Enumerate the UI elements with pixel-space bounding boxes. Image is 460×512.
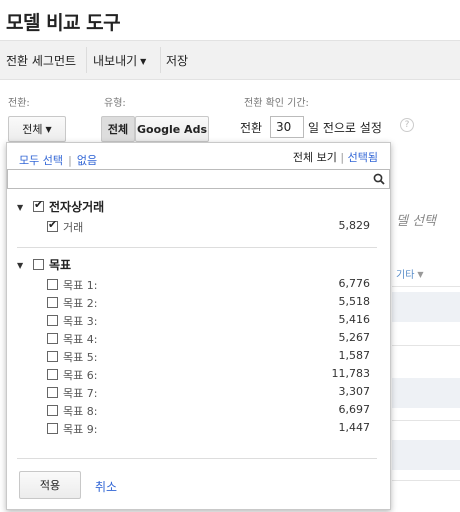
conversion-selector-panel: 모두 선택 | 없음 전체 보기 | 선택됨 ▼ ✔ 전자상거래 ✔ 거래 5,… xyxy=(6,142,391,510)
chevron-down-icon: ▼ xyxy=(417,270,424,279)
lookback-suffix: 일 전으로 설정 xyxy=(308,121,382,135)
conversion-dropdown-value: 전체 xyxy=(22,123,43,136)
view-links: 전체 보기 | 선택됨 xyxy=(293,149,378,165)
help-icon[interactable]: ? xyxy=(400,118,414,132)
item-checkbox-goal-6[interactable] xyxy=(47,369,58,380)
item-count: 6,776 xyxy=(338,277,371,290)
collapse-toggle-icon[interactable]: ▼ xyxy=(17,261,23,270)
toolbar: 전환 세그먼트 내보내기 ▼ 저장 xyxy=(0,40,460,80)
item-checkbox-goal-1[interactable] xyxy=(47,279,58,290)
item-label: 목표 4: xyxy=(63,333,98,346)
item-count: 1,447 xyxy=(338,421,371,434)
item-checkbox-goal-9[interactable] xyxy=(47,423,58,434)
item-checkbox-goal-4[interactable] xyxy=(47,333,58,344)
chevron-down-icon: ▼ xyxy=(45,125,52,134)
group-goals-checkbox[interactable] xyxy=(33,259,44,270)
separator: | xyxy=(68,154,72,167)
item-count: 1,587 xyxy=(338,349,371,362)
table-row xyxy=(392,440,460,470)
type-all-button[interactable]: 전체 xyxy=(101,116,135,142)
row-divider xyxy=(392,286,460,287)
conversion-dropdown[interactable]: 전체 ▼ xyxy=(8,116,66,142)
conversion-label: 전환: xyxy=(8,98,30,109)
item-label: 목표 3: xyxy=(63,315,98,328)
item-count: 5,518 xyxy=(338,295,371,308)
item-label: 목표 7: xyxy=(63,387,98,400)
item-checkbox-goal-7[interactable] xyxy=(47,387,58,398)
item-count: 5,267 xyxy=(338,331,371,344)
chevron-down-icon: ▼ xyxy=(140,57,147,66)
item-label: 목표 6: xyxy=(63,369,98,382)
group-ecommerce-checkbox[interactable]: ✔ xyxy=(33,198,44,212)
item-label: 목표 5: xyxy=(63,351,98,364)
page-title: 모델 비교 도구 xyxy=(6,12,121,34)
item-count: 5,829 xyxy=(338,219,371,232)
column-header-label: 기타 xyxy=(396,270,415,281)
toolbar-divider xyxy=(86,47,87,73)
item-count: 6,697 xyxy=(338,403,371,416)
row-divider xyxy=(392,345,460,346)
save-button[interactable]: 저장 xyxy=(166,52,188,69)
view-all-link[interactable]: 전체 보기 xyxy=(293,151,337,164)
apply-button[interactable]: 적용 xyxy=(19,471,81,499)
table-row xyxy=(392,292,460,322)
search-input[interactable] xyxy=(7,169,390,189)
search-icon xyxy=(373,173,385,185)
group-divider xyxy=(17,247,377,248)
item-label: 목표 9: xyxy=(63,423,98,436)
row-divider xyxy=(392,420,460,421)
type-google-ads-button[interactable]: Google Ads xyxy=(135,116,209,142)
item-checkbox-goal-3[interactable] xyxy=(47,315,58,326)
column-header-other[interactable]: 기타 ▼ xyxy=(396,266,424,281)
select-none-link[interactable]: 없음 xyxy=(77,154,97,167)
model-select-heading: 델 선택 xyxy=(396,214,437,229)
separator: | xyxy=(340,151,345,164)
check-icon: ✔ xyxy=(34,198,44,211)
export-button[interactable]: 내보내기 ▼ xyxy=(93,52,146,69)
lookback-days-input[interactable]: 30 xyxy=(270,116,304,138)
view-selected-link[interactable]: 선택됨 xyxy=(348,151,378,164)
item-label: 목표 2: xyxy=(63,297,98,310)
lookback-label: 전환 확인 기간: xyxy=(244,98,309,109)
check-icon: ✔ xyxy=(48,218,58,231)
type-label: 유형: xyxy=(104,98,126,109)
select-all-link[interactable]: 모두 선택 xyxy=(19,154,63,167)
lookback-prefix: 전환 xyxy=(240,121,263,135)
item-checkbox-goal-5[interactable] xyxy=(47,351,58,362)
item-count: 11,783 xyxy=(331,367,371,380)
item-checkbox-goal-8[interactable] xyxy=(47,405,58,416)
cancel-button[interactable]: 취소 xyxy=(95,478,117,495)
conversion-segments-button[interactable]: 전환 세그먼트 xyxy=(6,52,76,69)
item-label: 거래 xyxy=(63,221,84,234)
toolbar-divider xyxy=(160,47,161,73)
selection-links: 모두 선택 | 없음 xyxy=(19,149,97,168)
row-divider xyxy=(392,480,460,481)
item-checkbox-transaction[interactable]: ✔ xyxy=(47,218,58,232)
item-label: 목표 1: xyxy=(63,279,98,292)
item-checkbox-goal-2[interactable] xyxy=(47,297,58,308)
footer-divider xyxy=(17,458,377,459)
collapse-toggle-icon[interactable]: ▼ xyxy=(17,203,23,212)
item-count: 5,416 xyxy=(338,313,371,326)
table-row xyxy=(392,378,460,408)
export-label: 내보내기 xyxy=(93,54,138,68)
group-ecommerce-label: 전자상거래 xyxy=(49,200,105,214)
group-goals-label: 목표 xyxy=(49,258,72,272)
item-label: 목표 8: xyxy=(63,405,98,418)
item-count: 3,307 xyxy=(338,385,371,398)
